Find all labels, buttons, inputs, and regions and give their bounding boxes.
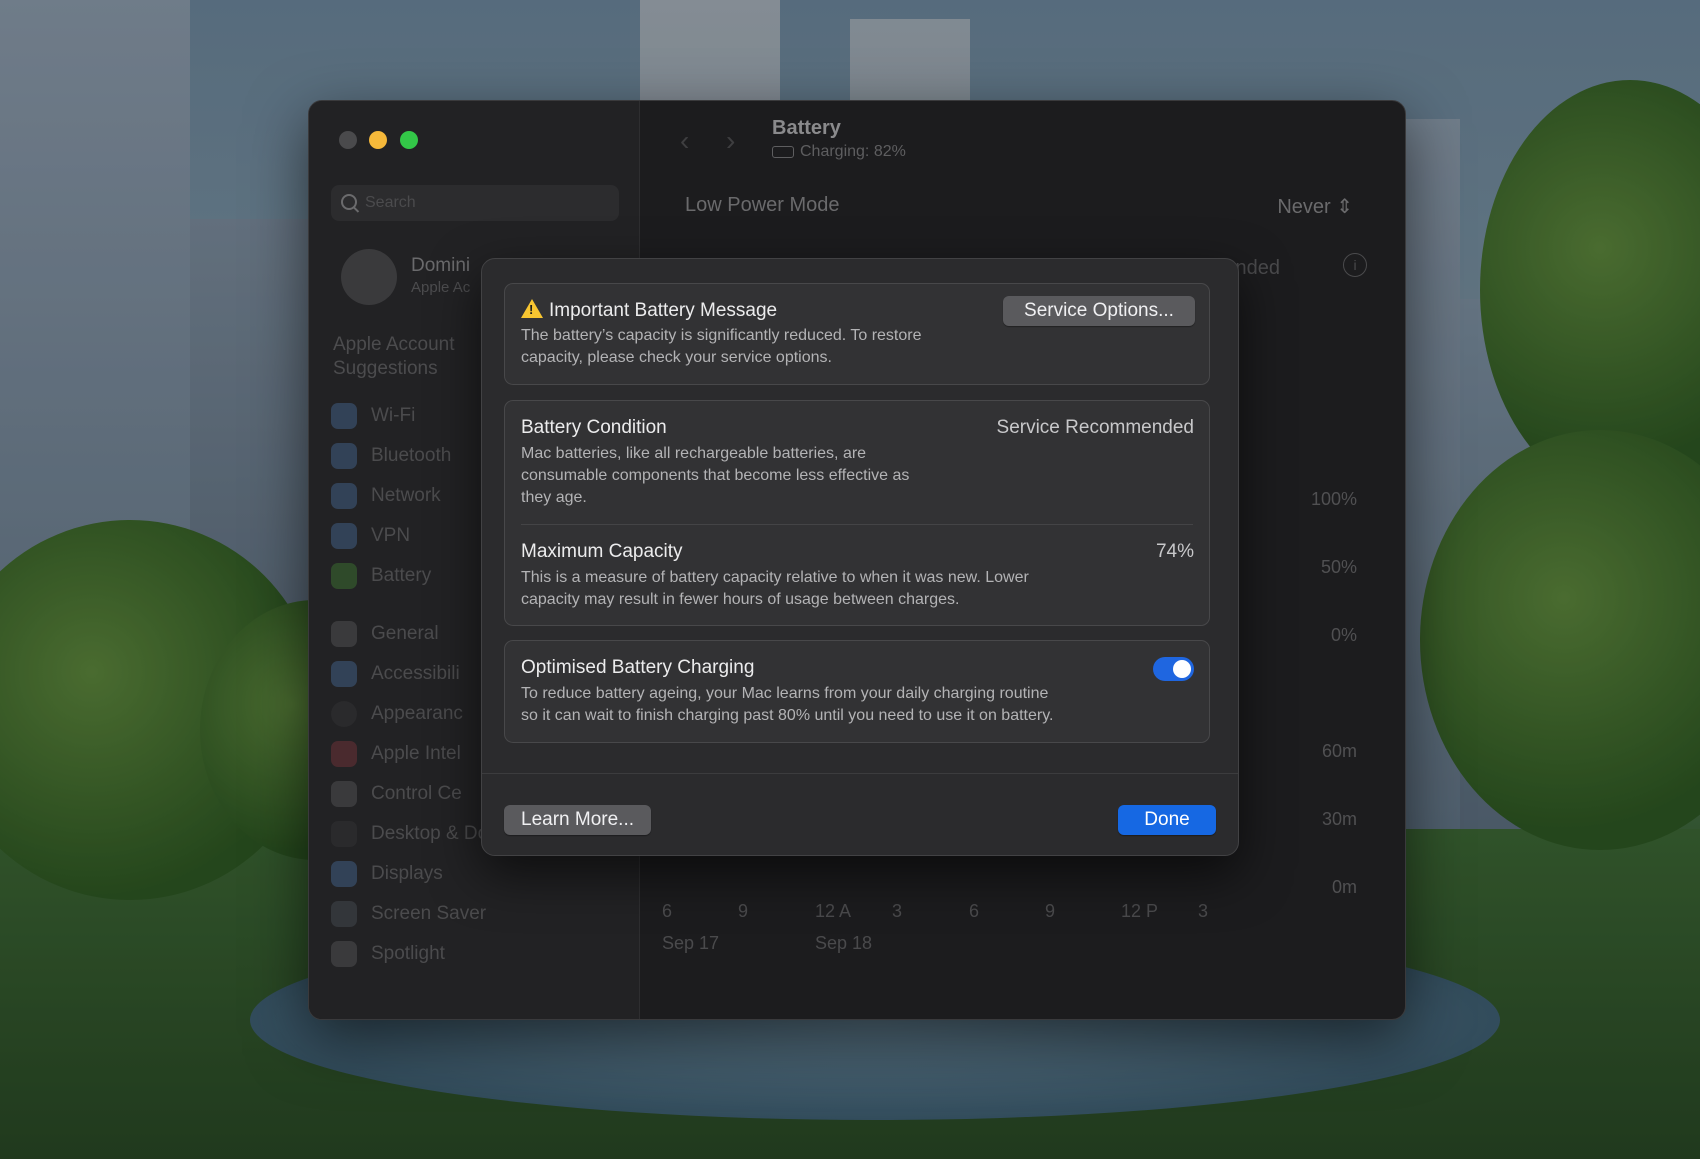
screen-saver-icon	[331, 901, 357, 927]
bluetooth-icon	[331, 443, 357, 469]
optimised-charging-toggle[interactable]	[1153, 657, 1194, 681]
sidebar-item-label: Appearanc	[371, 703, 463, 724]
low-power-mode-label: Low Power Mode	[685, 194, 840, 216]
sidebar-item-label: Displays	[371, 863, 443, 884]
battery-details-card: Battery Condition Service Recommended Ma…	[504, 400, 1210, 626]
low-power-mode-select[interactable]: Never ⇕	[1277, 194, 1353, 219]
avatar	[341, 249, 397, 305]
appearance-icon	[331, 701, 357, 727]
sidebar-item-label: Screen Saver	[371, 903, 487, 924]
low-power-mode-value: Never	[1277, 196, 1331, 218]
sidebar-item-label: Apple Intel	[371, 743, 461, 764]
service-options-button[interactable]: Service Options...	[1003, 296, 1195, 326]
toggle-knob	[1173, 660, 1191, 678]
sidebar-search-field[interactable]: Search	[331, 185, 619, 221]
maximum-capacity-value: 74%	[1155, 541, 1194, 562]
dock-icon	[331, 821, 357, 847]
optimised-charging-description: To reduce battery ageing, your Mac learn…	[521, 685, 1049, 702]
vpn-icon	[331, 523, 357, 549]
divider	[482, 773, 1238, 774]
battery-message-title: Important Battery Message	[521, 299, 777, 322]
divider	[521, 524, 1193, 525]
optimised-charging-card: Optimised Battery Charging To reduce bat…	[504, 640, 1210, 743]
sidebar-item-label: Control Ce	[371, 783, 462, 804]
battery-health-dialog: Important Battery Message The battery’s …	[481, 258, 1239, 856]
sidebar-item-label: Wi-Fi	[371, 405, 416, 426]
network-icon	[331, 483, 357, 509]
warning-icon	[521, 299, 543, 318]
minimize-window-button[interactable]	[369, 131, 387, 149]
battery-condition-description: they age.	[521, 489, 587, 506]
search-icon	[341, 194, 357, 210]
account-suggestions-link[interactable]: Apple Account Suggestions	[333, 333, 483, 381]
chart-x-label: 9	[1045, 901, 1056, 921]
chart-time-label: 30m	[1321, 809, 1357, 829]
sidebar-item-label: Battery	[371, 565, 432, 586]
chart-day-label: Sep 17	[662, 933, 720, 953]
charging-status: Charging: 82%	[772, 143, 906, 161]
maximum-capacity-title: Maximum Capacity	[521, 541, 683, 562]
sidebar-item-label: General	[371, 623, 439, 644]
accessibility-icon	[331, 661, 357, 687]
control-centre-icon	[331, 781, 357, 807]
learn-more-button[interactable]: Learn More...	[504, 805, 651, 835]
maximum-capacity-description: This is a measure of battery capacity re…	[521, 569, 1029, 586]
chart-x-label: 6	[662, 901, 673, 921]
battery-message-card: Important Battery Message The battery’s …	[504, 283, 1210, 385]
battery-condition-title: Battery Condition	[521, 417, 667, 438]
chart-x-label: 6	[969, 901, 980, 921]
maximum-capacity-description: capacity may result in fewer hours of us…	[521, 591, 960, 608]
zoom-window-button[interactable]	[400, 131, 418, 149]
chart-level-label: 0%	[1330, 625, 1357, 645]
battery-message-title-text: Important Battery Message	[549, 300, 778, 321]
battery-icon	[331, 563, 357, 589]
displays-icon	[331, 861, 357, 887]
back-chevron-icon[interactable]: ‹	[680, 125, 689, 157]
spotlight-icon	[331, 941, 357, 967]
chart-time-label: 60m	[1321, 741, 1357, 761]
done-button[interactable]: Done	[1118, 805, 1216, 835]
battery-icon	[772, 145, 794, 158]
sidebar-item-label: Bluetooth	[371, 445, 452, 466]
chart-x-label: 3	[892, 901, 903, 921]
wifi-icon	[331, 403, 357, 429]
battery-message-description: The battery’s capacity is significantly …	[521, 327, 922, 344]
info-icon[interactable]: i	[1343, 253, 1367, 277]
chart-time-label: 0m	[1331, 877, 1357, 897]
sidebar-item-label: Spotlight	[371, 943, 445, 964]
chart-x-label: 3	[1198, 901, 1209, 921]
close-window-button[interactable]	[339, 131, 357, 149]
optimised-charging-description: so it can wait to finish charging past 8…	[521, 707, 1054, 724]
chart-x-label: 9	[738, 901, 749, 921]
battery-condition-description: Mac batteries, like all rechargeable bat…	[521, 445, 867, 462]
sidebar-item-label: Network	[371, 485, 441, 506]
account-name: Domini	[411, 255, 471, 276]
battery-condition-value: Service Recommended	[996, 417, 1194, 438]
chart-day-label: Sep 18	[815, 933, 873, 953]
chevron-updown-icon: ⇕	[1336, 196, 1353, 218]
search-placeholder: Search	[365, 194, 416, 211]
gear-icon	[331, 621, 357, 647]
battery-message-description: capacity, please check your service opti…	[521, 349, 832, 366]
optimised-charging-title: Optimised Battery Charging	[521, 657, 755, 678]
battery-condition-description: consumable components that become less e…	[521, 467, 910, 484]
sidebar-item-label: Accessibili	[371, 663, 460, 684]
chart-level-label: 50%	[1320, 557, 1357, 577]
account-subtitle: Apple Ac	[411, 279, 471, 296]
forward-chevron-icon[interactable]: ›	[726, 125, 735, 157]
apple-intelligence-icon	[331, 741, 357, 767]
charging-status-text: Charging: 82%	[800, 143, 906, 160]
page-title: Battery	[772, 117, 841, 139]
chart-x-label: 12 A	[815, 901, 852, 921]
chart-x-label: 12 P	[1121, 901, 1159, 921]
chart-level-label: 100%	[1310, 489, 1357, 509]
sidebar-item-label: VPN	[371, 525, 411, 546]
